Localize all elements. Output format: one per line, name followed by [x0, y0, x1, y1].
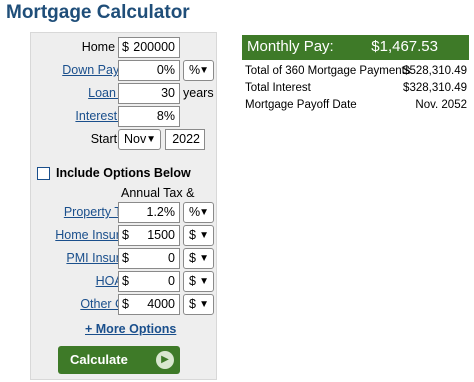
property-taxes-row: Property Taxes 1.2% % ▼	[31, 202, 218, 224]
home-price-input[interactable]: $ 200000	[118, 37, 180, 58]
home-price-row: Home Price $ 200000	[31, 37, 218, 59]
calculate-button[interactable]: Calculate ▶	[58, 346, 180, 374]
start-month-select[interactable]: Nov ▼	[118, 129, 161, 150]
currency-symbol: $	[122, 228, 129, 242]
start-year-input[interactable]: 2022	[165, 129, 205, 150]
result-row: Mortgage Payoff Date Nov. 2052	[245, 99, 467, 117]
chevron-down-icon: ▼	[146, 134, 156, 145]
result-row: Total Interest $328,310.49	[245, 82, 467, 100]
chevron-down-icon: ▼	[199, 65, 209, 76]
loan-term-value: 30	[161, 86, 175, 100]
monthly-pay-banner: Monthly Pay: $1,467.53	[242, 35, 469, 60]
interest-rate-row: Interest Rate 8%	[31, 106, 218, 128]
monthly-pay-label: Monthly Pay:	[247, 38, 334, 55]
down-payment-row: Down Payment 0% % ▼	[31, 60, 218, 82]
loan-term-unit: years	[183, 86, 214, 100]
loan-term-input[interactable]: 30	[118, 83, 180, 104]
pmi-insurance-unit-select[interactable]: $ ▼	[183, 248, 214, 269]
monthly-pay-amount: $1,467.53	[371, 38, 438, 55]
result-value: $528,310.49	[403, 65, 467, 77]
property-taxes-unit-select[interactable]: % ▼	[183, 202, 214, 223]
home-insurance-unit-value: $	[189, 228, 196, 242]
chevron-down-icon: ▼	[199, 299, 209, 310]
other-costs-row: Other Costs $ 4000 $ ▼	[31, 294, 218, 316]
result-label: Mortgage Payoff Date	[245, 99, 357, 111]
pmi-insurance-row: PMI Insurance $ 0 $ ▼	[31, 248, 218, 270]
pmi-insurance-unit-value: $	[189, 251, 196, 265]
down-payment-unit-select[interactable]: % ▼	[183, 60, 214, 81]
start-month-value: Nov	[124, 132, 147, 146]
currency-symbol: $	[122, 274, 129, 288]
pmi-insurance-input[interactable]: $ 0	[118, 248, 180, 269]
property-taxes-value: 1.2%	[146, 205, 176, 219]
interest-rate-input[interactable]: 8%	[118, 106, 180, 127]
other-costs-unit-select[interactable]: $ ▼	[183, 294, 214, 315]
calculator-form: Home Price $ 200000 Down Payment 0% % ▼ …	[30, 32, 217, 380]
other-costs-value: 4000	[147, 297, 175, 311]
property-taxes-input[interactable]: 1.2%	[118, 202, 180, 223]
hoa-fee-unit-select[interactable]: $ ▼	[183, 271, 214, 292]
hoa-fee-unit-value: $	[189, 274, 196, 288]
home-insurance-unit-select[interactable]: $ ▼	[183, 225, 214, 246]
hoa-fee-row: HOA Fee $ 0 $ ▼	[31, 271, 218, 293]
start-date-row: Start Date Nov ▼ 2022	[31, 129, 218, 151]
result-label: Total Interest	[245, 82, 311, 94]
currency-symbol: $	[122, 40, 129, 54]
chevron-down-icon: ▼	[199, 207, 209, 218]
result-label: Total of 360 Mortgage Payments	[245, 65, 411, 77]
interest-rate-value: 8%	[156, 109, 175, 123]
play-arrow-icon: ▶	[156, 351, 174, 369]
calculate-button-label: Calculate	[70, 352, 128, 367]
more-options-link[interactable]: + More Options	[85, 322, 176, 336]
loan-term-row: Loan Term 30 years	[31, 83, 218, 105]
currency-symbol: $	[122, 251, 129, 265]
currency-symbol: $	[122, 297, 129, 311]
down-payment-value: 0%	[156, 63, 175, 77]
start-year-value: 2022	[172, 132, 200, 146]
result-value: Nov. 2052	[415, 99, 467, 111]
pmi-insurance-value: 0	[168, 251, 175, 265]
home-price-value: 200000	[133, 40, 175, 54]
include-options-checkbox[interactable]	[37, 167, 50, 180]
result-row: Total of 360 Mortgage Payments $528,310.…	[245, 65, 467, 83]
home-insurance-input[interactable]: $ 1500	[118, 225, 180, 246]
page-title: Mortgage Calculator	[6, 2, 190, 23]
other-costs-unit-value: $	[189, 297, 196, 311]
hoa-fee-input[interactable]: $ 0	[118, 271, 180, 292]
other-costs-input[interactable]: $ 4000	[118, 294, 180, 315]
chevron-down-icon: ▼	[199, 276, 209, 287]
home-insurance-value: 1500	[147, 228, 175, 242]
home-insurance-row: Home Insurance $ 1500 $ ▼	[31, 225, 218, 247]
down-payment-input[interactable]: 0%	[118, 60, 180, 81]
include-options-label[interactable]: Include Options Below	[56, 166, 191, 180]
chevron-down-icon: ▼	[199, 230, 209, 241]
result-value: $328,310.49	[403, 82, 467, 94]
chevron-down-icon: ▼	[199, 253, 209, 264]
hoa-fee-value: 0	[168, 274, 175, 288]
